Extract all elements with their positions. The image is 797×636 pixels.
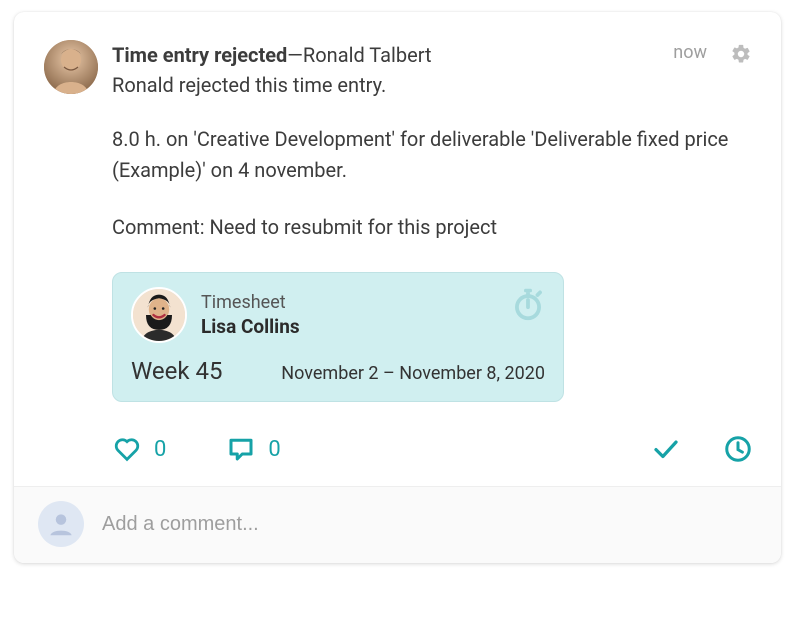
- timesheet-type-label: Timesheet: [201, 292, 300, 313]
- timesheet-labels: Timesheet Lisa Collins: [201, 292, 300, 338]
- user-placeholder-icon: [46, 509, 76, 539]
- comment-label: Comment:: [112, 215, 210, 239]
- check-icon: [651, 434, 681, 464]
- gear-icon: [730, 43, 752, 65]
- comment-icon: [226, 434, 256, 464]
- timesheet-week: Week 45: [131, 357, 222, 385]
- header-row: Time entry rejected—Ronald Talbert Ronal…: [112, 40, 753, 100]
- notification-card: Time entry rejected—Ronald Talbert Ronal…: [14, 12, 781, 563]
- timesheet-avatar-image: [133, 289, 185, 341]
- timesheet-footer: Week 45 November 2 – November 8, 2020: [131, 357, 545, 385]
- post-author: Ronald Talbert: [303, 43, 432, 67]
- avatar-column: [44, 40, 112, 468]
- comment-input[interactable]: [102, 513, 757, 536]
- heart-icon: [112, 434, 142, 464]
- title-separator: —: [287, 43, 303, 67]
- post-timestamp: now: [673, 42, 707, 63]
- comment-count: 0: [268, 437, 280, 462]
- post-title: Time entry rejected: [112, 43, 287, 67]
- timesheet-date-range: November 2 – November 8, 2020: [281, 363, 545, 384]
- timesheet-header: Timesheet Lisa Collins: [131, 287, 545, 343]
- actions-row: 0 0: [112, 434, 753, 468]
- comment-button[interactable]: 0: [226, 434, 280, 464]
- card-body: Time entry rejected—Ronald Talbert Ronal…: [14, 12, 781, 486]
- timesheet-person-name: Lisa Collins: [201, 315, 300, 338]
- like-count: 0: [154, 437, 166, 462]
- header-text: Time entry rejected—Ronald Talbert Ronal…: [112, 40, 655, 100]
- current-user-avatar: [38, 501, 84, 547]
- author-avatar-image: [44, 40, 98, 94]
- timesheet-person-avatar: [131, 287, 187, 343]
- clock-icon: [723, 434, 753, 464]
- snooze-button[interactable]: [723, 434, 753, 464]
- comment-text: Need to resubmit for this project: [210, 215, 498, 239]
- timesheet-card[interactable]: Timesheet Lisa Collins Wee: [112, 272, 564, 402]
- stopwatch-icon: [509, 285, 547, 327]
- content-column: Time entry rejected—Ronald Talbert Ronal…: [112, 40, 753, 468]
- settings-button[interactable]: [729, 42, 753, 66]
- post-body: 8.0 h. on 'Creative Development' for del…: [112, 124, 753, 186]
- post-comment-line: Comment: Need to resubmit for this proje…: [112, 212, 753, 242]
- author-avatar[interactable]: [44, 40, 98, 94]
- post-subtitle: Ronald rejected this time entry.: [112, 70, 655, 100]
- comment-bar: [14, 486, 781, 563]
- mark-done-button[interactable]: [651, 434, 681, 464]
- like-button[interactable]: 0: [112, 434, 166, 464]
